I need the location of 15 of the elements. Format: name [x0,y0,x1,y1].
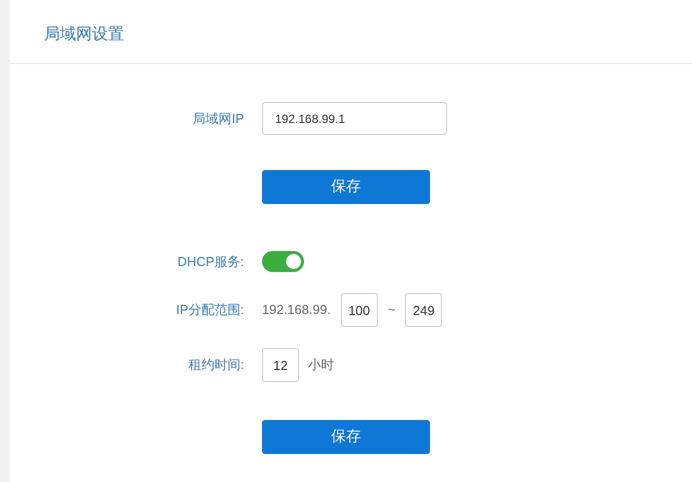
save-button[interactable]: 保存 [262,170,430,204]
range-separator: ~ [388,301,396,320]
field-label: 租约时间: [187,356,245,374]
field-label: 局域网IP [192,110,245,128]
dhcp-toggle[interactable] [262,251,304,272]
save-button[interactable]: 保存 [262,420,430,454]
lease-time-field[interactable]: 12 [262,348,299,382]
unit-label: 小时 [308,356,334,374]
ip-input-field[interactable]: 192.168.99.1 [262,102,447,135]
range-end-field[interactable]: 249 [405,293,442,327]
field-label: DHCP服务: [176,252,245,271]
field-label: IP分配范围: [175,301,245,320]
range-start-field[interactable]: 100 [340,293,378,327]
ip-prefix: 192.168.99. [262,301,331,320]
page-title: 局域网设置 [44,26,124,43]
